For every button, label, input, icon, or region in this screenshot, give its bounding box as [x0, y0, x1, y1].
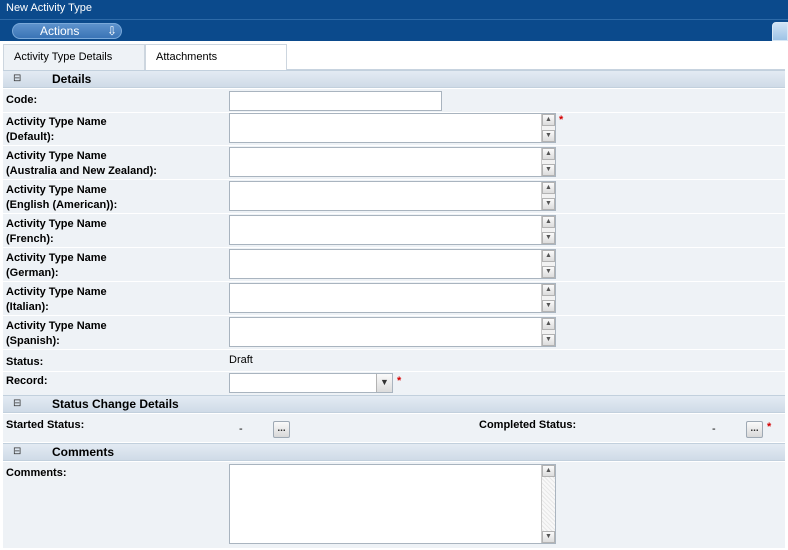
actions-label: Actions [40, 24, 80, 38]
completed-status-label: Completed Status: [479, 419, 577, 431]
status-label: Status: [6, 356, 44, 368]
scroll-up-icon[interactable]: ▲ [542, 284, 555, 296]
scroll-down-icon[interactable]: ▼ [542, 232, 555, 244]
tab-label: Attachments [156, 51, 218, 63]
row-divider [3, 247, 785, 248]
started-status-label: Started Status: [6, 419, 85, 431]
scroll-up-icon[interactable]: ▲ [542, 318, 555, 330]
scrollbar[interactable]: ▲ ▼ [541, 250, 555, 278]
completed-status-value: - [712, 423, 716, 435]
row-divider [3, 281, 785, 282]
name-anz-label: Activity Type Name (Australia and New Ze… [6, 150, 157, 177]
scroll-up-icon[interactable]: ▲ [542, 114, 555, 126]
scroll-up-icon[interactable]: ▲ [542, 182, 555, 194]
section-title: Status Change Details [52, 397, 179, 411]
window-title: New Activity Type [6, 2, 92, 14]
tab-activity-type-details[interactable]: Activity Type Details [3, 44, 145, 70]
details-section-header: ⊟ Details [3, 70, 785, 88]
scroll-down-icon[interactable]: ▼ [542, 198, 555, 210]
window-title-bar: New Activity Type [0, 0, 788, 19]
required-marker: * [767, 421, 772, 433]
name-german-label: Activity Type Name (German): [6, 252, 107, 279]
row-divider [3, 371, 785, 372]
scroll-up-icon[interactable]: ▲ [542, 216, 555, 228]
started-status-lookup-button[interactable]: ... [273, 421, 290, 438]
row-divider [3, 315, 785, 316]
scrollbar[interactable]: ▲ ▼ [541, 182, 555, 210]
comments-textarea[interactable]: ▲ ▼ [229, 464, 556, 544]
code-input[interactable] [229, 91, 442, 111]
arrow-down-icon: ⇩ [107, 24, 118, 38]
row-divider [3, 179, 785, 180]
actions-button[interactable]: Actions ⇩ [12, 23, 122, 39]
tab-attachments[interactable]: Attachments [145, 44, 287, 70]
scroll-down-icon[interactable]: ▼ [542, 164, 555, 176]
comments-label: Comments: [6, 467, 67, 479]
name-spanish-label: Activity Type Name (Spanish): [6, 320, 107, 347]
status-value: Draft [229, 354, 253, 366]
scroll-up-icon[interactable]: ▲ [542, 465, 555, 477]
required-marker: * [397, 375, 402, 387]
scrollbar[interactable]: ▲ ▼ [541, 148, 555, 176]
scroll-down-icon[interactable]: ▼ [542, 334, 555, 346]
started-status-value: - [239, 423, 243, 435]
section-title: Details [52, 72, 92, 86]
row-divider [3, 349, 785, 350]
scrollbar[interactable]: ▲ ▼ [541, 114, 555, 142]
tab-strip: Activity Type Details Attachments [3, 44, 785, 70]
scrollbar[interactable]: ▲ ▼ [541, 216, 555, 244]
name-default-label: Activity Type Name (Default): [6, 116, 107, 143]
name-english-label: Activity Type Name (English (American)): [6, 184, 118, 211]
name-anz-input[interactable]: ▲ ▼ [229, 147, 556, 177]
name-german-input[interactable]: ▲ ▼ [229, 249, 556, 279]
scrollbar[interactable]: ▲ ▼ [541, 284, 555, 312]
scroll-down-icon[interactable]: ▼ [542, 130, 555, 142]
record-select[interactable]: ▼ [229, 373, 393, 393]
collapse-icon[interactable]: ⊟ [13, 444, 21, 460]
collapse-icon[interactable]: ⊟ [13, 71, 21, 87]
completed-status-lookup-button[interactable]: ... [746, 421, 763, 438]
name-italian-input[interactable]: ▲ ▼ [229, 283, 556, 313]
action-bar: Actions ⇩ [0, 19, 788, 41]
row-divider [3, 213, 785, 214]
section-title: Comments [52, 445, 115, 459]
scroll-down-icon[interactable]: ▼ [542, 300, 555, 312]
name-english-input[interactable]: ▲ ▼ [229, 181, 556, 211]
status-change-panel [3, 414, 785, 442]
name-default-input[interactable]: ▲ ▼ [229, 113, 556, 143]
name-french-input[interactable]: ▲ ▼ [229, 215, 556, 245]
comments-section-header: ⊟ Comments [3, 443, 785, 461]
name-spanish-input[interactable]: ▲ ▼ [229, 317, 556, 347]
required-marker: * [559, 114, 564, 126]
record-label: Record: [6, 375, 48, 387]
tab-label: Activity Type Details [14, 51, 113, 63]
scroll-down-icon[interactable]: ▼ [542, 531, 555, 543]
scrollbar[interactable]: ▲ ▼ [541, 465, 555, 543]
name-french-label: Activity Type Name (French): [6, 218, 107, 245]
collapse-icon[interactable]: ⊟ [13, 396, 21, 412]
scrollbar[interactable]: ▲ ▼ [541, 318, 555, 346]
row-divider [3, 145, 785, 146]
corner-tab[interactable] [772, 22, 788, 41]
scroll-down-icon[interactable]: ▼ [542, 266, 555, 278]
scroll-up-icon[interactable]: ▲ [542, 250, 555, 262]
chevron-down-icon[interactable]: ▼ [376, 374, 392, 392]
code-label: Code: [6, 94, 38, 106]
status-change-section-header: ⊟ Status Change Details [3, 395, 785, 413]
scroll-up-icon[interactable]: ▲ [542, 148, 555, 160]
name-italian-label: Activity Type Name (Italian): [6, 286, 107, 313]
